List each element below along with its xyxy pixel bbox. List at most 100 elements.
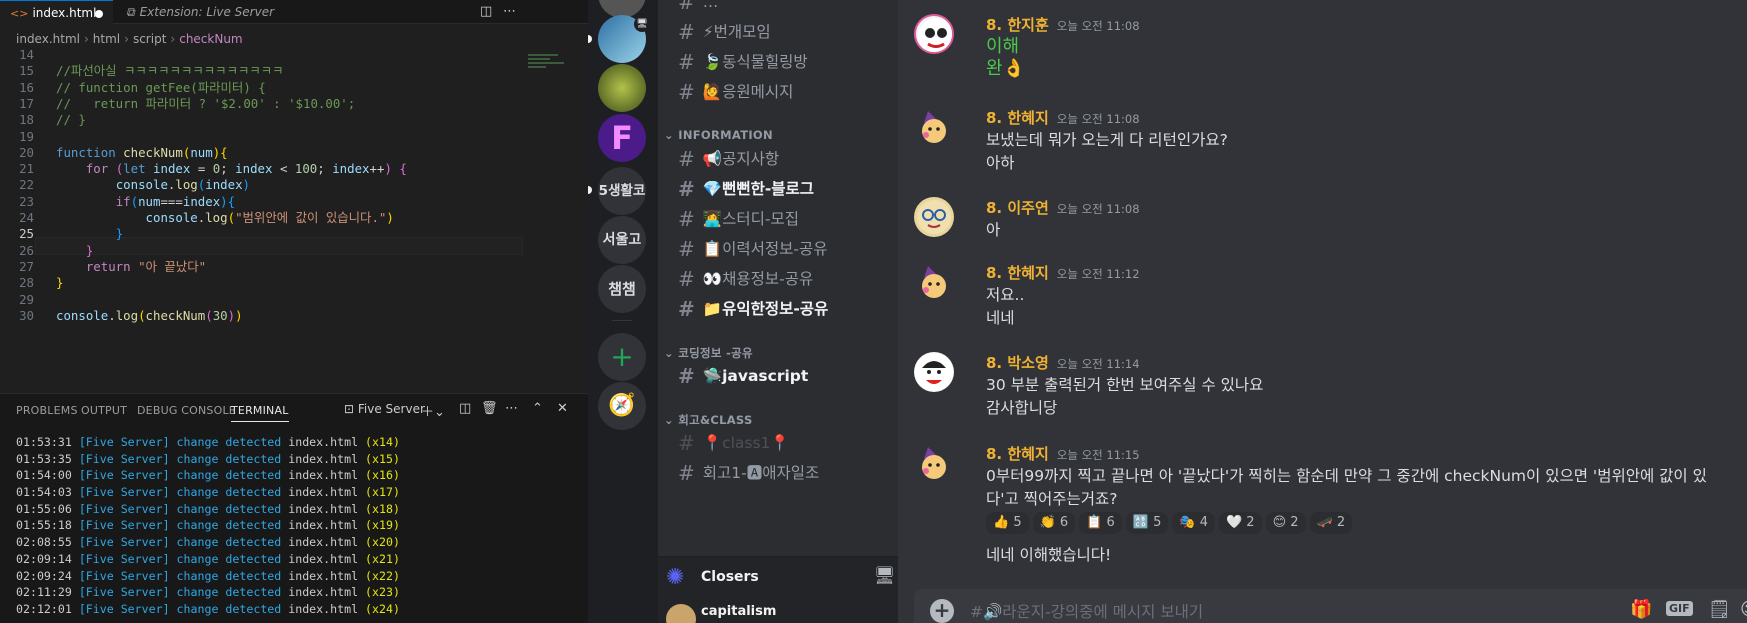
code-line[interactable]: 15 //파선아실 ㅋㅋㅋㅋㅋㅋㅋㅋㅋㅋㅋㅋㅋㅋ — [0, 62, 528, 79]
attach-plus-icon[interactable]: + — [930, 599, 954, 623]
maximize-panel-icon[interactable]: ⌃ — [532, 401, 543, 416]
user-panel[interactable]: capitalism — [658, 600, 898, 623]
code-line[interactable]: 21 for (let index = 0; index < 100; inde… — [0, 160, 528, 177]
category-coding[interactable]: ⌄ 코딩정보 -공유 — [664, 345, 753, 361]
breadcrumb-file[interactable]: index.html — [16, 32, 80, 46]
code-line[interactable]: 17 // return 파라미터 ? '$2.00' : '$10.00'; — [0, 95, 528, 112]
screen-share-icon[interactable]: 🖥 — [874, 566, 896, 586]
avatar[interactable] — [914, 197, 954, 237]
reaction-chip[interactable]: 👍 5 — [986, 512, 1029, 534]
avatar[interactable] — [914, 14, 954, 54]
code-line[interactable]: 30 console.log(checkNum(30)) — [0, 307, 528, 324]
code-line[interactable]: 27 return "아 끝났다" — [0, 258, 528, 275]
reaction-chip[interactable]: 🤍 2 — [1218, 512, 1262, 534]
reaction-chip[interactable]: 📋 6 — [1079, 512, 1122, 534]
voice-panel[interactable]: ✺ Closers 🖥 — [658, 556, 898, 600]
tab-index-html[interactable]: <> index.html — [0, 0, 113, 24]
sticker-icon[interactable]: 🗒 — [1708, 599, 1731, 620]
reaction-chip[interactable]: 😊 2 — [1265, 512, 1306, 534]
channel-item-unread[interactable]: # 💎뻔뻔한-블로그 — [678, 173, 814, 205]
message-text: 네네 — [986, 309, 1015, 327]
code-line[interactable]: 24 console.log("범위안에 값이 있습니다.") — [0, 209, 528, 226]
terminal-line: 02:09:24 [Five Server] change detected i… — [16, 568, 400, 583]
code-line[interactable]: 29 — [0, 291, 528, 308]
terminal-output[interactable]: 01:53:31 [Five Server] change detected i… — [16, 434, 400, 618]
add-server-icon[interactable]: + — [598, 333, 646, 381]
explore-compass-icon[interactable]: 🧭 — [598, 382, 646, 430]
code-line[interactable]: 16 // function getFee(파라미터) { — [0, 79, 528, 96]
breadcrumb-html[interactable]: html — [93, 32, 120, 46]
server-icon-2[interactable] — [598, 64, 646, 112]
channel-item[interactable]: # 🍃동식물힐링방 — [678, 46, 808, 78]
avatar[interactable] — [914, 262, 954, 302]
avatar[interactable] — [914, 352, 954, 392]
category-class[interactable]: ⌄ 회고&CLASS — [664, 412, 753, 428]
hash-icon: # — [678, 267, 695, 291]
channel-item[interactable]: # 👩‍💻스터디-모집 — [678, 203, 799, 235]
hash-icon: # — [678, 177, 695, 201]
line-number: 19 — [19, 128, 34, 144]
minimap[interactable] — [528, 52, 578, 82]
message-username[interactable]: 8. 박소영 — [986, 354, 1049, 372]
line-code: for (let index = 0; index < 100; index++… — [85, 161, 407, 177]
code-line[interactable]: 19 — [0, 128, 528, 145]
trash-icon[interactable]: 🗑 — [481, 401, 498, 416]
code-line[interactable]: 26 } — [0, 242, 528, 259]
code-line[interactable]: 20 function checkNum(num){ — [0, 144, 528, 161]
breadcrumb-script[interactable]: script — [133, 32, 166, 46]
tab-extension-live-server[interactable]: ⧉ Extension: Live Server — [114, 0, 284, 24]
code-line[interactable]: 14 — [0, 46, 528, 63]
gift-icon[interactable]: 🎁 — [1630, 599, 1652, 620]
split-terminal-icon[interactable]: ◫ — [459, 401, 471, 416]
split-editor-icon[interactable]: ◫ — [480, 4, 492, 19]
reaction-chip[interactable]: 🔠 5 — [1125, 512, 1169, 534]
code-line[interactable]: 22 console.log(index) — [0, 176, 528, 193]
gif-icon[interactable]: GIF — [1666, 601, 1693, 616]
new-terminal-icon[interactable]: ＋⌄ — [421, 401, 445, 420]
reaction-chip[interactable]: 🎭 4 — [1172, 512, 1215, 534]
server-icon-5[interactable]: 서울고 — [598, 216, 646, 264]
message-input[interactable]: + #🔊라운지-강의중에 메시지 보내기 🎁 GIF 🗒 ☺ — [914, 589, 1747, 623]
code-line[interactable]: 23 if(num===index){ — [0, 193, 528, 210]
server-divider — [612, 320, 632, 321]
close-panel-icon[interactable]: ✕ — [557, 401, 568, 416]
channel-item[interactable]: # 👀채용정보-공유 — [678, 263, 813, 295]
message-text: 완👌 — [986, 58, 1025, 79]
message-username[interactable]: 8. 한혜지 — [986, 109, 1049, 127]
code-line[interactable]: 25 } — [0, 225, 528, 242]
more-icon[interactable]: ⋯ — [505, 401, 518, 416]
terminal-selector[interactable]: ⊡ Five Server — [344, 402, 425, 416]
channel-item-unread[interactable]: # 📁유익한정보-공유 — [678, 293, 828, 325]
channel-item[interactable]: # 회고1-🅰애자일조 — [678, 457, 819, 489]
category-information[interactable]: ⌄ INFORMATION — [664, 128, 773, 142]
message-username[interactable]: 8. 한지훈 — [986, 16, 1049, 34]
server-icon-4[interactable]: 5생활코 — [598, 167, 646, 215]
channel-item[interactable]: # ⚡번개모임 — [678, 16, 771, 48]
channel-item-unread[interactable]: # 🛸javascript — [678, 360, 808, 392]
tab-terminal[interactable]: TERMINAL — [231, 404, 289, 422]
channel-item[interactable]: # 📋이력서정보-공유 — [678, 233, 827, 265]
more-actions-icon[interactable]: ⋯ — [503, 4, 516, 19]
tab-debug-console[interactable]: DEBUG CONSOLE — [137, 404, 236, 417]
server-icon-6[interactable]: 챔챔 — [598, 265, 646, 313]
tab-problems[interactable]: PROBLEMS — [16, 404, 78, 417]
channel-item-muted[interactable]: # 📍class1📍 — [678, 427, 790, 459]
hash-icon: # — [678, 50, 695, 74]
message-username[interactable]: 8. 이주연 — [986, 199, 1049, 217]
reaction-chip[interactable]: 🛹 2 — [1309, 512, 1353, 534]
channel-item[interactable]: # 🙋응원메시지 — [678, 76, 793, 108]
avatar[interactable] — [914, 443, 954, 483]
panel-tabs: PROBLEMS OUTPUT DEBUG CONSOLE TERMINAL ⊡… — [0, 394, 588, 424]
server-icon-3[interactable]: F — [598, 114, 646, 162]
breadcrumb-function[interactable]: checkNum — [179, 32, 242, 46]
reaction-chip[interactable]: 👏 6 — [1032, 512, 1076, 534]
code-line[interactable]: 28} — [0, 274, 528, 291]
line-code: // return 파라미터 ? '$2.00' : '$10.00'; — [56, 95, 356, 111]
code-line[interactable]: 18 // } — [0, 111, 528, 128]
message-username[interactable]: 8. 한혜지 — [986, 264, 1049, 282]
emoji-icon[interactable]: ☺ — [1740, 599, 1747, 620]
tab-output[interactable]: OUTPUT — [81, 404, 127, 417]
channel-item[interactable]: # 📢공지사항 — [678, 143, 779, 175]
avatar[interactable] — [914, 107, 954, 147]
message-username[interactable]: 8. 한혜지 — [986, 445, 1049, 463]
